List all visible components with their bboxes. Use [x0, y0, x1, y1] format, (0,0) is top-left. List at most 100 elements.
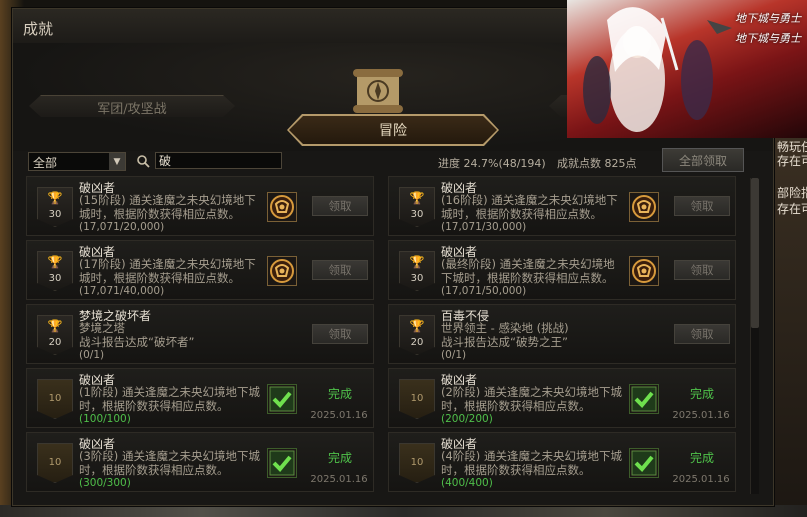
- achievement-progress: (17,071/20,000): [79, 221, 165, 233]
- badge-points: 30: [410, 209, 424, 220]
- trophy-icon: 🏆: [409, 255, 425, 269]
- achievement-progress: (200/200): [441, 413, 493, 425]
- side-text-2: 存在可: [777, 154, 807, 168]
- taskbar-strip: [0, 505, 807, 517]
- achievement-desc: (3阶段) 通关逢魔之未央幻境地下城时，根据阶数获得相应点数。: [79, 449, 260, 477]
- claim-button[interactable]: 领取: [312, 260, 368, 280]
- badge-points: 30: [48, 273, 62, 284]
- achievement-desc: (1阶段) 通关逢魔之未央幻境地下城时，根据阶数获得相应点数。: [79, 385, 260, 413]
- promo-artwork: 地下城与勇士 地下城与勇士: [567, 0, 807, 138]
- badge-points: 20: [410, 337, 424, 348]
- achievement-progress: (400/400): [441, 477, 493, 489]
- side-panel: 畅玩任 存在可 部险指 存在可: [773, 138, 807, 517]
- achievement-progress: (0/1): [79, 349, 105, 361]
- claim-button[interactable]: 领取: [674, 324, 730, 344]
- badge-points: 10: [410, 393, 424, 404]
- achievement-card: 🏆 30 破凶者 (最终阶段) 通关逢魔之未央幻境地下城时，根据阶数获得相应点数。 (1…: [388, 240, 736, 300]
- trophy-icon: 🏆: [47, 191, 63, 205]
- point-badge: 🏆 20: [37, 315, 73, 355]
- complete-date: 2025.01.16: [310, 410, 368, 421]
- point-badge: 🏆 30: [399, 251, 435, 291]
- game-logo-1: 地下城与勇士: [735, 12, 801, 25]
- achievement-desc: 梦境之塔 战斗报告达成“破坏者”: [79, 321, 195, 349]
- point-badge: 10: [37, 379, 73, 419]
- achievement-desc: (15阶段) 通关逢魔之未央幻境地下城时，根据阶数获得相应点数。: [79, 193, 256, 221]
- trophy-icon: 🏆: [47, 319, 63, 333]
- achievement-progress: (17,071/40,000): [79, 285, 165, 297]
- scroll-compass-icon: [353, 69, 403, 113]
- side-text-3: 部险指: [777, 186, 807, 200]
- side-text-4: 存在可: [777, 202, 807, 216]
- point-badge: 🏆 20: [399, 315, 435, 355]
- achievement-desc: (最终阶段) 通关逢魔之未央幻境地下城时，根据阶数获得相应点数。: [441, 257, 615, 285]
- progress-stat: 进度 24.7%(48/194): [438, 157, 546, 170]
- complete-date: 2025.01.16: [672, 410, 730, 421]
- claim-all-button[interactable]: 全部领取: [662, 148, 744, 172]
- claim-button[interactable]: 领取: [312, 324, 368, 344]
- claim-button[interactable]: 领取: [674, 260, 730, 280]
- reward-icon[interactable]: [629, 192, 659, 222]
- achievement-card: 10 破凶者 (1阶段) 通关逢魔之未央幻境地下城时，根据阶数获得相应点数。 (100…: [26, 368, 374, 428]
- achievement-progress: (300/300): [79, 477, 131, 489]
- reward-icon[interactable]: [267, 256, 297, 286]
- achievement-desc: (16阶段) 通关逢魔之未央幻境地下城时，根据阶数获得相应点数。: [441, 193, 618, 221]
- search-input[interactable]: [155, 152, 282, 169]
- points-stat: 成就点数 825点: [557, 157, 637, 170]
- achievement-card: 🏆 30 破凶者 (17阶段) 通关逢魔之未央幻境地下城时，根据阶数获得相应点数。 (1…: [26, 240, 374, 300]
- check-icon: [267, 384, 297, 414]
- point-badge: 10: [37, 443, 73, 483]
- achievement-list: 🏆 30 破凶者 (15阶段) 通关逢魔之未央幻境地下城时，根据阶数获得相应点数。 (1…: [26, 176, 746, 496]
- reward-icon[interactable]: [267, 192, 297, 222]
- achievement-card: 10 破凶者 (2阶段) 通关逢魔之未央幻境地下城时，根据阶数获得相应点数。 (200…: [388, 368, 736, 428]
- window-title: 成就: [23, 20, 54, 38]
- achievement-progress: (0/1): [441, 349, 467, 361]
- complete-label: 完成: [689, 451, 714, 465]
- complete-label: 完成: [689, 387, 714, 401]
- badge-points: 30: [48, 209, 62, 220]
- badge-points: 10: [48, 393, 62, 404]
- complete-label: 完成: [327, 451, 352, 465]
- check-icon: [267, 448, 297, 478]
- check-icon: [629, 448, 659, 478]
- achievement-card: 10 破凶者 (3阶段) 通关逢魔之未央幻境地下城时，根据阶数获得相应点数。 (300…: [26, 432, 374, 492]
- achievement-progress: (17,071/30,000): [441, 221, 527, 233]
- badge-points: 30: [410, 273, 424, 284]
- badge-points: 20: [48, 337, 62, 348]
- check-icon: [629, 384, 659, 414]
- achievement-desc: 世界领主 - 感染地 (挑战) 战斗报告达成“破势之王”: [441, 321, 569, 349]
- badge-points: 10: [48, 457, 62, 468]
- point-badge: 🏆 30: [37, 187, 73, 227]
- achievement-card: 🏆 20 百毒不侵 世界领主 - 感染地 (挑战) 战斗报告达成“破势之王” (0/1)…: [388, 304, 736, 364]
- search-icon: [137, 155, 151, 169]
- point-badge: 🏆 30: [399, 187, 435, 227]
- achievement-desc: (17阶段) 通关逢魔之未央幻境地下城时，根据阶数获得相应点数。: [79, 257, 256, 285]
- achievement-card: 🏆 30 破凶者 (16阶段) 通关逢魔之未央幻境地下城时，根据阶数获得相应点数。 (1…: [388, 176, 736, 236]
- achievement-card: 🏆 30 破凶者 (15阶段) 通关逢魔之未央幻境地下城时，根据阶数获得相应点数。 (1…: [26, 176, 374, 236]
- claim-button[interactable]: 领取: [312, 196, 368, 216]
- game-logo-2: 地下城与勇士: [735, 32, 801, 45]
- dropdown-value: 全部: [33, 156, 58, 170]
- achievement-card: 🏆 20 梦境之破坏者 梦境之塔 战斗报告达成“破坏者” (0/1) 领取: [26, 304, 374, 364]
- trophy-icon: 🏆: [47, 255, 63, 269]
- badge-points: 10: [410, 457, 424, 468]
- achievement-card: 10 破凶者 (4阶段) 通关逢魔之未央幻境地下城时，根据阶数获得相应点数。 (400…: [388, 432, 736, 492]
- complete-date: 2025.01.16: [310, 474, 368, 485]
- trophy-icon: 🏆: [409, 191, 425, 205]
- achievement-desc: (4阶段) 通关逢魔之未央幻境地下城时，根据阶数获得相应点数。: [441, 449, 622, 477]
- achievement-progress: (100/100): [79, 413, 131, 425]
- tab-legion-raid[interactable]: 军团/攻坚战: [29, 95, 235, 117]
- reward-icon[interactable]: [629, 256, 659, 286]
- tab-adventure[interactable]: 冒险: [289, 116, 497, 144]
- scroll-thumb[interactable]: [751, 178, 759, 328]
- complete-label: 完成: [327, 387, 352, 401]
- chevron-down-icon[interactable]: ▼: [109, 153, 125, 170]
- achievement-progress: (17,071/50,000): [441, 285, 527, 297]
- point-badge: 🏆 30: [37, 251, 73, 291]
- trophy-icon: 🏆: [409, 319, 425, 333]
- point-badge: 10: [399, 443, 435, 483]
- complete-date: 2025.01.16: [672, 474, 730, 485]
- claim-button[interactable]: 领取: [674, 196, 730, 216]
- category-dropdown[interactable]: 全部 ▼: [28, 152, 126, 171]
- point-badge: 10: [399, 379, 435, 419]
- scrollbar[interactable]: [750, 178, 759, 494]
